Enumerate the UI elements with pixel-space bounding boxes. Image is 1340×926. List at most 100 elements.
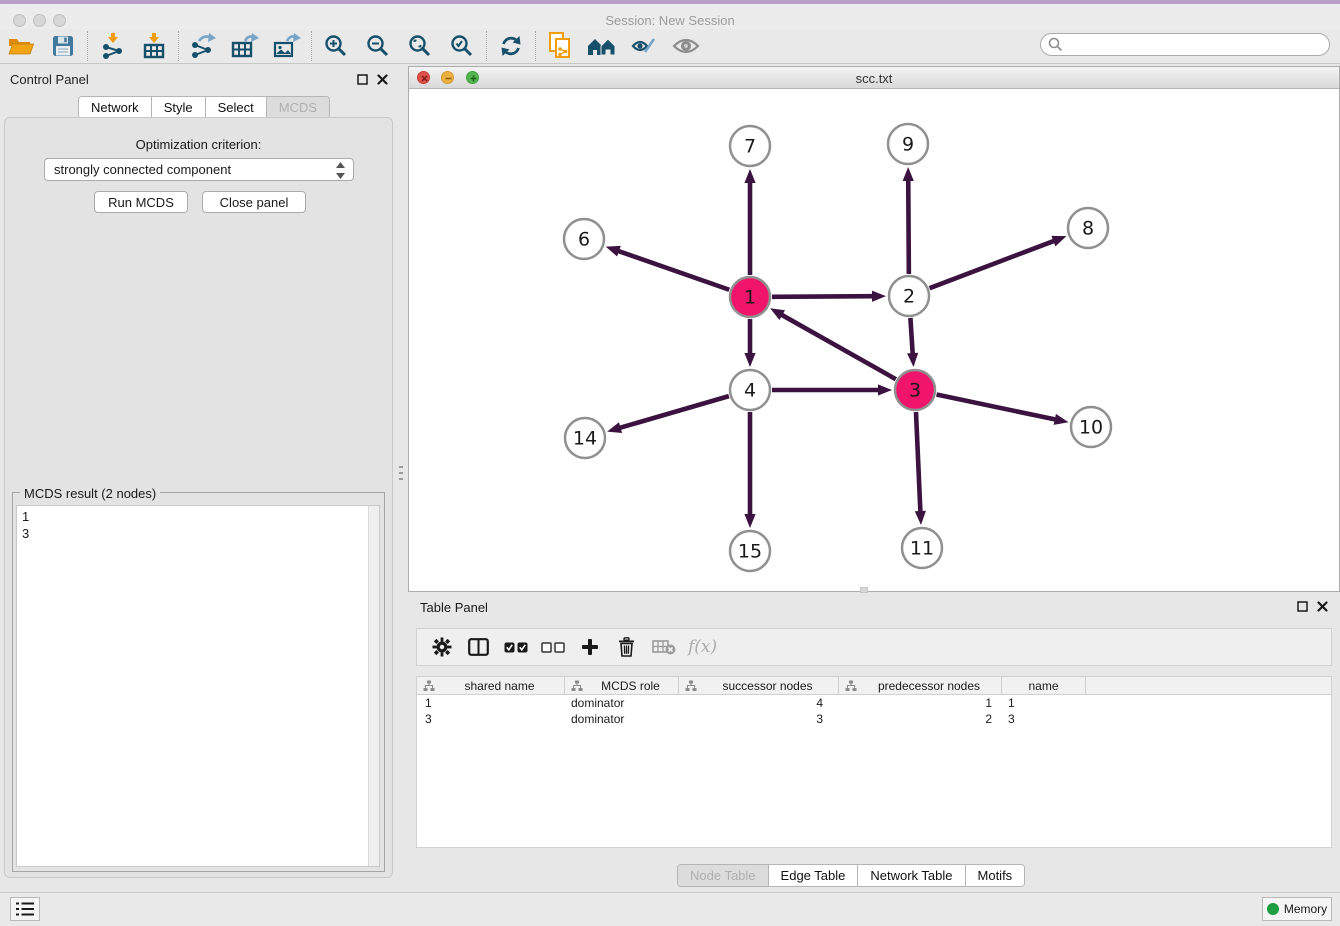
import-network-button[interactable] (91, 31, 133, 61)
cell-successor-nodes[interactable]: 4 (679, 696, 839, 710)
table-header-row[interactable]: shared nameMCDS role successor nodes prede… (416, 676, 1332, 695)
close-panel-button[interactable]: Close panel (202, 191, 306, 213)
tab-edge-table[interactable]: Edge Table (769, 865, 859, 886)
cell-successor-nodes[interactable]: 3 (679, 712, 839, 726)
apply-layout-button[interactable] (490, 31, 532, 61)
network-window-titlebar[interactable]: scc.txt (409, 67, 1339, 89)
tab-style[interactable]: Style (152, 97, 206, 118)
search-input[interactable] (1040, 33, 1330, 56)
tab-select[interactable]: Select (206, 97, 267, 118)
node-table-body[interactable]: 1dominator4113dominator323 (416, 695, 1332, 848)
zoom-fit-icon (408, 34, 432, 58)
run-mcds-button[interactable]: Run MCDS (94, 191, 188, 213)
edge-4-14[interactable] (619, 396, 729, 428)
cell-MCDS-role[interactable]: dominator (565, 712, 679, 726)
edge-arrowhead (607, 422, 622, 433)
optimization-criterion-dropdown[interactable]: strongly connected component (44, 158, 354, 181)
create-column-button[interactable] (571, 632, 608, 662)
zoom-in-button[interactable] (315, 31, 357, 61)
export-table-icon (231, 33, 259, 59)
node-label-14: 14 (573, 428, 597, 450)
tab-network[interactable]: Network (79, 97, 152, 118)
cell-name[interactable]: 3 (1002, 712, 1086, 726)
edge-2-3[interactable] (910, 318, 912, 355)
unchecked-boxes-icon (541, 642, 565, 653)
table-options-button[interactable] (423, 632, 460, 662)
close-panel-icon[interactable] (377, 74, 388, 85)
open-folder-icon (8, 35, 34, 57)
export-network-button[interactable] (182, 31, 224, 61)
tab-motifs[interactable]: Motifs (966, 865, 1025, 886)
show-column-panel-button[interactable] (460, 632, 497, 662)
delete-column-button[interactable] (608, 632, 645, 662)
edge-3-11[interactable] (916, 412, 920, 513)
edge-3-1[interactable] (780, 314, 895, 379)
node-label-10: 10 (1079, 417, 1103, 439)
column-header-name[interactable]: name (1002, 677, 1086, 694)
table-row[interactable]: 1dominator411 (417, 695, 1331, 711)
select-all-columns-button[interactable] (497, 632, 534, 662)
edge-arrowhead (770, 308, 785, 320)
tab-network-table[interactable]: Network Table (858, 865, 965, 886)
control-panel-tabs: NetworkStyleSelectMCDS (78, 96, 330, 119)
network-graph[interactable]: 7968124314101511 (409, 89, 1339, 591)
cell-predecessor-nodes[interactable]: 1 (839, 696, 1002, 710)
node-label-7: 7 (744, 136, 756, 158)
cell-shared-name[interactable]: 1 (417, 696, 565, 710)
save-session-button[interactable] (42, 31, 84, 61)
panel-splitter-handle[interactable] (399, 466, 403, 482)
edge-1-2[interactable] (772, 296, 874, 297)
table-row[interactable]: 3dominator323 (417, 711, 1331, 727)
home-view-button[interactable] (581, 31, 623, 61)
edge-2-9[interactable] (908, 179, 909, 274)
edge-2-8[interactable] (930, 240, 1056, 288)
delete-table-button-disabled (645, 632, 682, 662)
zoom-fit-button[interactable] (399, 31, 441, 61)
zoom-out-button[interactable] (357, 31, 399, 61)
eye-edit-icon (631, 34, 657, 58)
edge-arrowhead (744, 169, 755, 183)
edge-3-10[interactable] (937, 395, 1057, 420)
column-header-successor-nodes[interactable]: successor nodes (679, 677, 839, 694)
column-header-shared-name[interactable]: shared name (417, 677, 565, 694)
zoom-selected-button[interactable] (441, 31, 483, 61)
column-label: predecessor nodes (857, 679, 1001, 693)
zoom-selected-icon (450, 34, 474, 58)
export-image-button[interactable] (266, 31, 308, 61)
result-scrollbar[interactable] (368, 506, 379, 866)
open-session-button[interactable] (0, 31, 42, 61)
mcds-result-textarea[interactable]: 1 3 (16, 505, 380, 867)
column-header-MCDS-role[interactable]: MCDS role (565, 677, 679, 694)
edge-arrowhead (872, 291, 886, 302)
dropdown-stepper-icon (336, 162, 345, 179)
hierarchy-icon (685, 680, 697, 692)
float-table-panel-icon[interactable] (1297, 601, 1308, 612)
close-table-panel-icon[interactable] (1317, 601, 1328, 612)
zoom-in-icon (324, 34, 348, 58)
unselect-all-columns-button[interactable] (534, 632, 571, 662)
houses-icon (587, 35, 617, 57)
show-hide-button[interactable] (665, 31, 707, 61)
task-history-button[interactable] (10, 897, 40, 921)
memory-button[interactable]: Memory (1262, 897, 1332, 921)
plus-icon (581, 638, 599, 656)
cell-shared-name[interactable]: 3 (417, 712, 565, 726)
toggle-graphics-details-button[interactable] (623, 31, 665, 61)
import-table-button[interactable] (133, 31, 175, 61)
cell-predecessor-nodes[interactable]: 2 (839, 712, 1002, 726)
split-panes-icon (468, 638, 489, 656)
column-header-predecessor-nodes[interactable]: predecessor nodes (839, 677, 1002, 694)
edge-1-6[interactable] (617, 251, 729, 290)
view-splitter-handle[interactable] (860, 587, 868, 593)
cell-MCDS-role[interactable]: dominator (565, 696, 679, 710)
zoom-out-icon (366, 34, 390, 58)
toolbar-separator (178, 31, 179, 61)
tab-mcds[interactable]: MCDS (267, 97, 329, 118)
column-label: successor nodes (697, 679, 838, 693)
float-panel-icon[interactable] (357, 74, 368, 85)
cell-name[interactable]: 1 (1002, 696, 1086, 710)
node-label-4: 4 (744, 380, 756, 402)
duplicate-network-button[interactable] (539, 31, 581, 61)
export-table-button[interactable] (224, 31, 266, 61)
tab-node-table[interactable]: Node Table (678, 865, 769, 886)
